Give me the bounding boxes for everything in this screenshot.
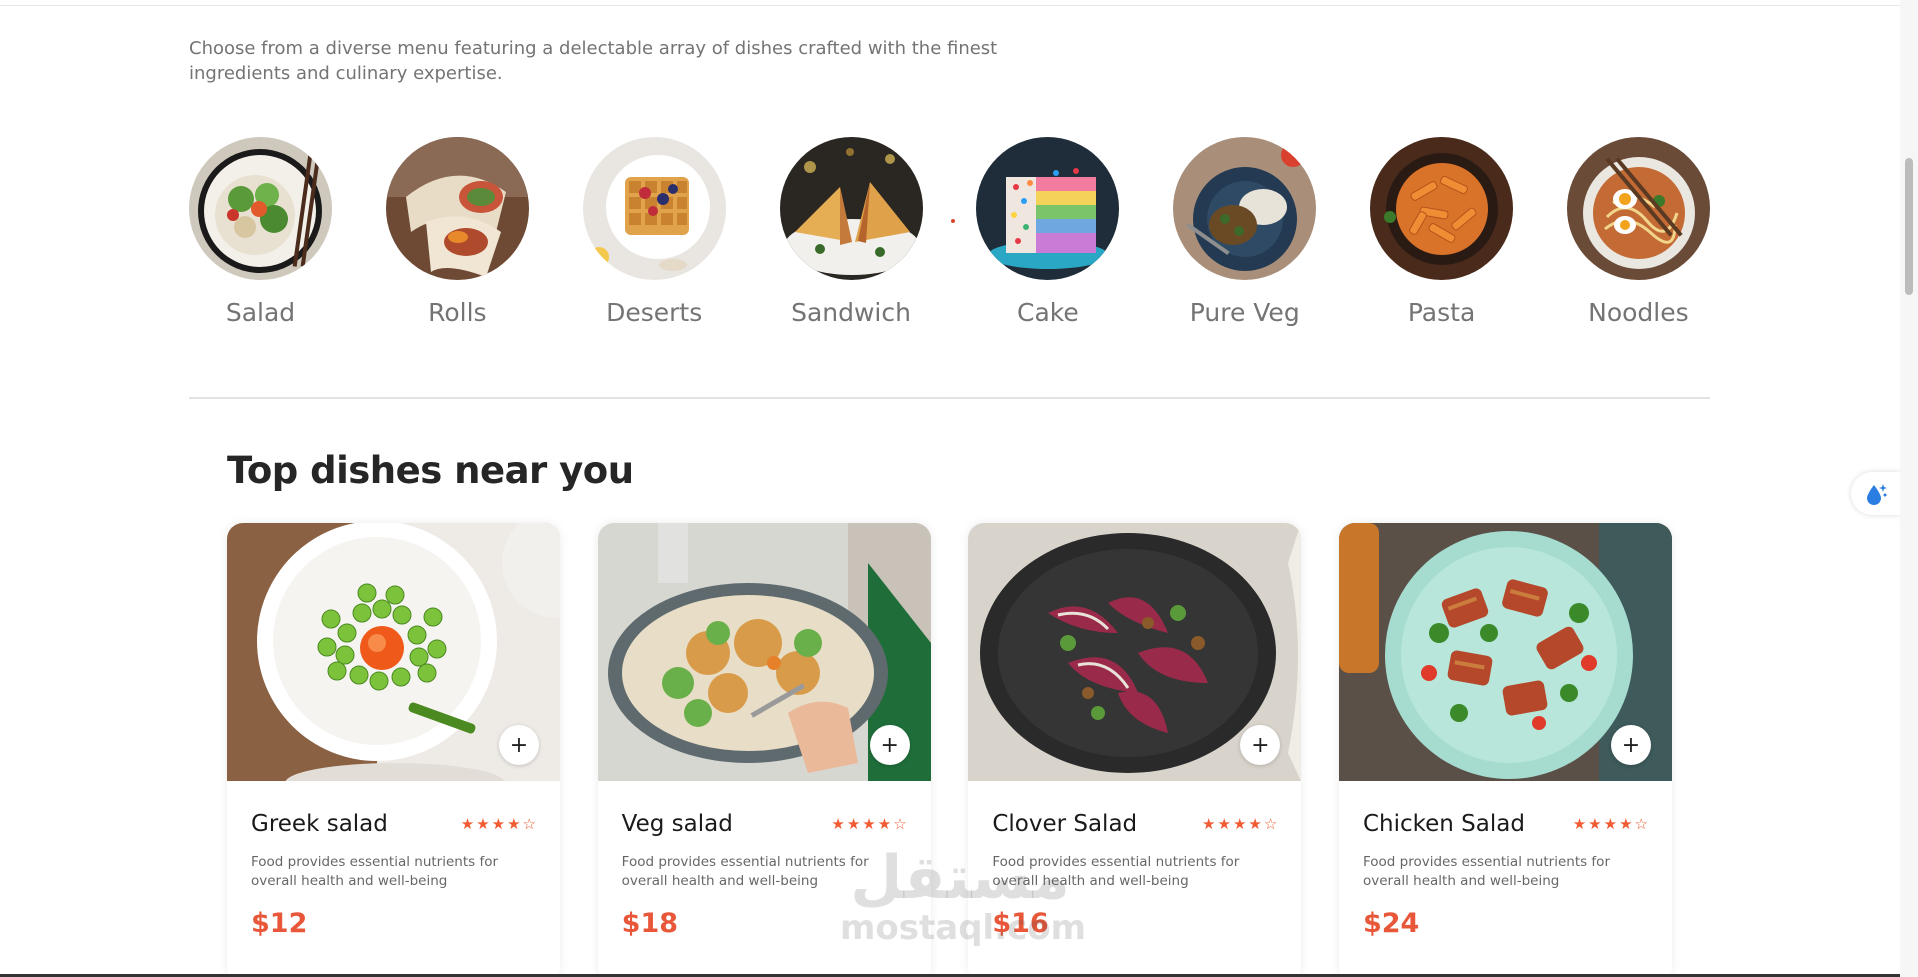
dish-name: Clover Salad bbox=[992, 811, 1138, 837]
category-list: Salad Rolls Deserts Sandwich Cake Pure V… bbox=[189, 137, 1710, 327]
pasta-image[interactable] bbox=[1370, 137, 1514, 280]
dish-description: Food provides essential nutrients for ov… bbox=[1362, 854, 1610, 889]
category-label: Noodles bbox=[1588, 298, 1689, 327]
dish-price: $24 bbox=[1362, 908, 1420, 939]
deserts-image[interactable] bbox=[582, 137, 726, 280]
menu-description: Choose from a diverse menu featuring a d… bbox=[189, 38, 998, 84]
category-pure-veg[interactable]: Pure Veg bbox=[1173, 137, 1317, 327]
greek-salad-image: + bbox=[227, 523, 560, 781]
dish-description: Food provides essential nutrients for ov… bbox=[621, 854, 869, 889]
add-to-cart-button[interactable]: + bbox=[499, 725, 539, 765]
star-filled-icon: ★ bbox=[1619, 815, 1633, 833]
star-filled-icon: ★ bbox=[862, 815, 876, 833]
veg-salad-image: + bbox=[597, 523, 931, 781]
star-empty-icon: ☆ bbox=[522, 815, 536, 833]
cake-image[interactable] bbox=[976, 137, 1120, 280]
category-deserts[interactable]: Deserts bbox=[582, 137, 726, 327]
dish-name: Veg salad bbox=[621, 811, 733, 837]
category-cake[interactable]: Cake bbox=[976, 137, 1120, 327]
category-salad[interactable]: Salad bbox=[189, 137, 332, 327]
dish-card-clover-salad[interactable]: + Clover Salad ★ ★ ★ ★ ☆ Food provides essen… bbox=[968, 523, 1302, 977]
top-dishes-heading: Top dishes near you bbox=[227, 449, 634, 492]
rating-stars: ★ ★ ★ ★ ☆ bbox=[1573, 815, 1648, 833]
dish-card-greek-salad[interactable]: + Greek salad ★ ★ ★ ★ ☆ Food provides essent… bbox=[227, 523, 560, 977]
top-divider bbox=[0, 5, 1900, 6]
category-label: Pasta bbox=[1407, 298, 1476, 327]
scrollbar-thumb[interactable] bbox=[1905, 158, 1913, 295]
category-label: Pure Veg bbox=[1189, 298, 1300, 327]
dish-price: $16 bbox=[992, 908, 1049, 939]
dish-price: $12 bbox=[251, 908, 308, 939]
rating-stars: ★ ★ ★ ★ ☆ bbox=[461, 815, 536, 833]
chicken-salad-image: + bbox=[1338, 523, 1672, 781]
category-label: Sandwich bbox=[791, 298, 911, 327]
star-filled-icon: ★ bbox=[491, 815, 506, 833]
dish-price: $18 bbox=[621, 908, 679, 939]
sandwich-image[interactable] bbox=[779, 137, 923, 280]
clover-salad-image: + bbox=[968, 523, 1302, 781]
category-label: Salad bbox=[225, 298, 296, 327]
star-empty-icon: ☆ bbox=[1263, 815, 1278, 833]
category-label: Cake bbox=[1017, 298, 1079, 327]
star-filled-icon: ★ bbox=[460, 815, 475, 833]
dish-card-veg-salad[interactable]: + Veg salad ★ ★ ★ ★ ☆ Food provides essentia… bbox=[597, 523, 931, 977]
star-empty-icon: ☆ bbox=[893, 815, 907, 833]
star-filled-icon: ★ bbox=[1248, 815, 1262, 833]
star-filled-icon: ★ bbox=[877, 815, 892, 833]
category-pasta[interactable]: Pasta bbox=[1370, 137, 1514, 327]
dish-description: Food provides essential nutrients for ov… bbox=[251, 854, 499, 889]
dish-name: Chicken Salad bbox=[1362, 811, 1525, 837]
star-filled-icon: ★ bbox=[1232, 815, 1247, 833]
category-rolls[interactable]: Rolls bbox=[385, 137, 529, 327]
dish-card-chicken-salad[interactable]: + Chicken Salad ★ ★ ★ ★ ☆ Food provides esse… bbox=[1338, 523, 1672, 977]
dish-description: Food provides essential nutrients for ov… bbox=[992, 854, 1240, 889]
star-filled-icon: ★ bbox=[1603, 815, 1618, 833]
carousel-dot bbox=[951, 219, 955, 223]
rating-stars: ★ ★ ★ ★ ☆ bbox=[1202, 815, 1277, 833]
star-filled-icon: ★ bbox=[846, 815, 861, 833]
vertical-scrollbar[interactable] bbox=[1900, 0, 1918, 977]
noodles-image[interactable] bbox=[1566, 137, 1710, 280]
page: Choose from a diverse menu featuring a d… bbox=[0, 0, 1918, 977]
star-filled-icon: ★ bbox=[1217, 815, 1231, 833]
dish-list: + Greek salad ★ ★ ★ ★ ☆ Food provides essent… bbox=[227, 523, 1672, 977]
pure-veg-image[interactable] bbox=[1173, 137, 1317, 280]
salad-image[interactable] bbox=[189, 137, 332, 280]
star-filled-icon: ★ bbox=[1588, 815, 1602, 833]
add-to-cart-button[interactable]: + bbox=[869, 725, 910, 765]
water-drop-sparkle-icon[interactable] bbox=[1851, 472, 1900, 515]
category-label: Rolls bbox=[428, 298, 487, 327]
add-to-cart-button[interactable]: + bbox=[1610, 725, 1651, 765]
star-filled-icon: ★ bbox=[476, 815, 490, 833]
category-label: Deserts bbox=[606, 298, 703, 327]
star-empty-icon: ☆ bbox=[1634, 815, 1648, 833]
star-filled-icon: ★ bbox=[507, 815, 521, 833]
star-filled-icon: ★ bbox=[831, 815, 845, 833]
star-filled-icon: ★ bbox=[1572, 815, 1587, 833]
section-divider bbox=[189, 397, 1710, 399]
star-filled-icon: ★ bbox=[1202, 815, 1216, 833]
rolls-image[interactable] bbox=[385, 137, 529, 280]
category-noodles[interactable]: Noodles bbox=[1566, 137, 1710, 327]
rating-stars: ★ ★ ★ ★ ☆ bbox=[831, 815, 906, 833]
category-sandwich[interactable]: Sandwich bbox=[779, 137, 923, 327]
dish-name: Greek salad bbox=[251, 811, 388, 837]
